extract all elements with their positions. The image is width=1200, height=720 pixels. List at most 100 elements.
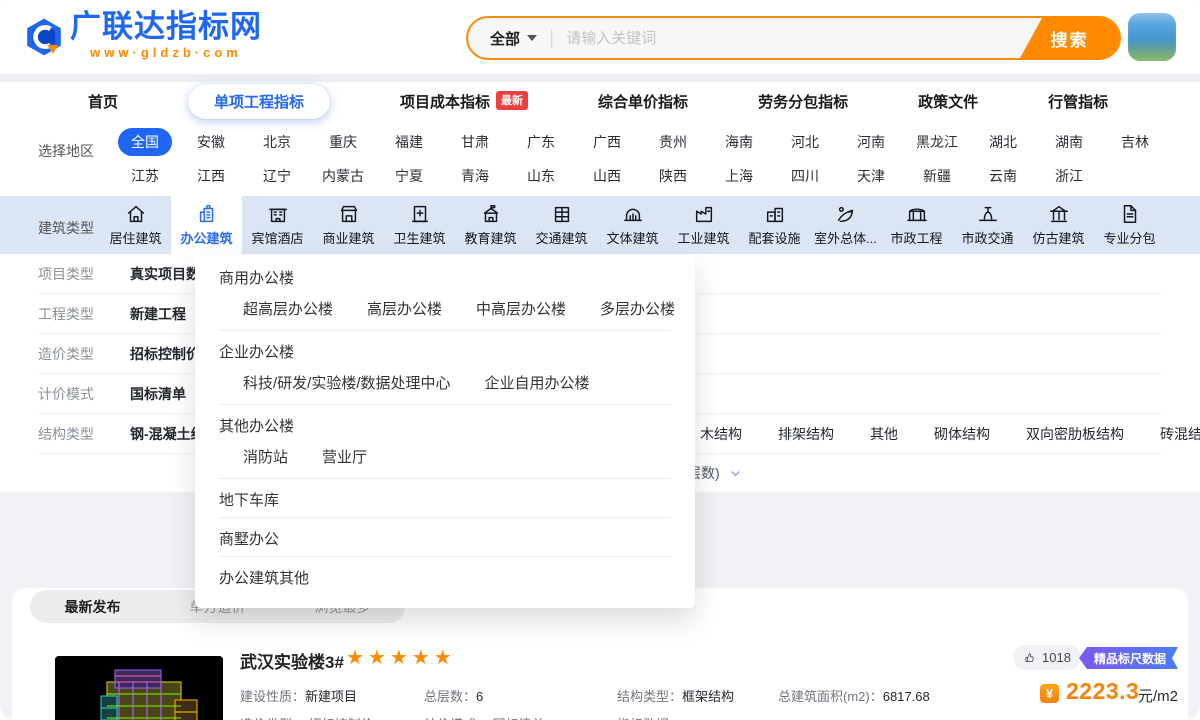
building-type-education[interactable]: 教育建筑 [455, 196, 526, 254]
region-item[interactable]: 黑龙江 [916, 132, 958, 152]
region-item[interactable]: 河南 [857, 132, 885, 152]
likes-counter[interactable]: 1018 [1013, 645, 1081, 670]
region-item[interactable]: 宁夏 [395, 166, 423, 186]
building-type-office[interactable]: 办公建筑 [171, 196, 242, 254]
structure-type-option[interactable]: 木结构 [700, 424, 742, 444]
filter-value[interactable]: 国标清单 [130, 384, 186, 404]
region-item[interactable]: 江苏 [131, 166, 159, 186]
region-item[interactable]: 重庆 [329, 132, 357, 152]
header: 广联达指标网 www·gldzb·com 全部 | 搜索 [0, 0, 1200, 74]
nav-item-project-cost-index[interactable]: 项目成本指标 最新 [400, 90, 529, 112]
dropdown-group-items: 科技/研发/实验楼/数据处理中心 企业自用办公楼 [219, 369, 671, 404]
search-button[interactable]: 搜索 [1020, 18, 1119, 58]
likes-count: 1018 [1042, 650, 1071, 665]
structure-type-option[interactable]: 砖混结构 [1160, 424, 1200, 444]
thumbs-up-icon [1025, 652, 1034, 662]
region-item[interactable]: 辽宁 [263, 166, 291, 186]
building-type-commercial[interactable]: 商业建筑 [313, 196, 384, 254]
region-item[interactable]: 青海 [461, 166, 489, 186]
building-type-municipal-transport[interactable]: 市政交通 [952, 196, 1023, 254]
region-item[interactable]: 广西 [593, 132, 621, 152]
building-type-residential[interactable]: 居住建筑 [100, 196, 171, 254]
region-item[interactable]: 安徽 [197, 132, 225, 152]
region-filter-label: 选择地区 [38, 143, 94, 159]
building-type-archaic[interactable]: 仿古建筑 [1023, 196, 1094, 254]
site-logo[interactable]: 广联达指标网 www·gldzb·com [24, 10, 262, 60]
listing-title[interactable]: 武汉实验楼3# [240, 648, 344, 673]
region-item[interactable]: 天津 [857, 166, 885, 186]
region-item[interactable]: 云南 [989, 166, 1017, 186]
dropdown-item[interactable]: 消防站 [243, 447, 288, 468]
filter-value[interactable]: 招标控制价 [130, 344, 200, 364]
region-item[interactable]: 贵州 [659, 132, 687, 152]
nav-label: 项目成本指标 [400, 93, 491, 111]
dropdown-item[interactable]: 多层办公楼 [600, 299, 675, 320]
filter-label: 结构类型 [38, 425, 94, 442]
region-item[interactable]: 山西 [593, 166, 621, 186]
region-item[interactable]: 陕西 [659, 166, 687, 186]
nav-item-single-project-index[interactable]: 单项工程指标 [188, 83, 331, 119]
field-build-nature: 建设性质：新建项目 [240, 689, 358, 704]
listing-thumbnail[interactable] [55, 656, 223, 720]
region-item[interactable]: 吉林 [1121, 132, 1149, 152]
filter-label: 造价类型 [38, 345, 94, 362]
region-item[interactable]: 内蒙古 [322, 166, 364, 186]
dropdown-group-enterprise-office[interactable]: 企业办公楼 [219, 331, 671, 369]
dropdown-item[interactable]: 企业自用办公楼 [485, 373, 590, 394]
structure-type-option[interactable]: 其他 [870, 424, 898, 444]
building-type-subcontract[interactable]: 专业分包 [1094, 196, 1165, 254]
dropdown-group-underground-garage[interactable]: 地下车库 [219, 479, 671, 517]
region-item[interactable]: 河北 [791, 132, 819, 152]
dropdown-group-shangshu-office[interactable]: 商墅办公 [219, 518, 671, 556]
region-item[interactable]: 四川 [791, 166, 819, 186]
dropdown-group-items: 超高层办公楼 高层办公楼 中高层办公楼 多层办公楼 [219, 295, 675, 330]
nav-item-labor-subcontract[interactable]: 劳务分包指标 [758, 91, 848, 112]
building-type-label: 建筑类型 [38, 220, 94, 236]
nav-item-home[interactable]: 首页 [88, 91, 118, 112]
structure-type-option[interactable]: 排架结构 [778, 424, 834, 444]
region-item[interactable]: 福建 [395, 132, 423, 152]
filter-value[interactable]: 新建工程 [130, 304, 186, 324]
region-item[interactable]: 海南 [725, 132, 753, 152]
school-icon [480, 203, 502, 225]
logo-gem-icon [27, 18, 61, 56]
field-total-area: 总建筑面积(m2)：6817.68 [778, 689, 930, 704]
dropdown-group-office-other[interactable]: 办公建筑其他 [219, 557, 671, 595]
region-item[interactable]: 上海 [725, 166, 753, 186]
structure-type-option[interactable]: 砌体结构 [934, 424, 990, 444]
region-item[interactable]: 广东 [527, 132, 555, 152]
structure-type-option[interactable]: 双向密肋板结构 [1026, 424, 1124, 444]
dropdown-group-other-office[interactable]: 其他办公楼 [219, 405, 671, 443]
nav-item-admin-index[interactable]: 行管指标 [1048, 91, 1108, 112]
dropdown-group-commercial-office[interactable]: 商用办公楼 [219, 257, 671, 295]
building-type-facilities[interactable]: 配套设施 [739, 196, 810, 254]
region-item[interactable]: 湖南 [1055, 132, 1083, 152]
nav-item-composite-unit-price[interactable]: 综合单价指标 [598, 91, 688, 112]
region-item[interactable]: 山东 [527, 166, 555, 186]
region-item[interactable]: 江西 [197, 166, 225, 186]
dropdown-item[interactable]: 营业厅 [322, 447, 367, 468]
user-avatar[interactable] [1128, 13, 1176, 61]
building-type-municipal-eng[interactable]: 市政工程 [881, 196, 952, 254]
dropdown-item[interactable]: 科技/研发/实验楼/数据处理中心 [243, 373, 451, 394]
region-item[interactable]: 北京 [263, 132, 291, 152]
region-item[interactable]: 新疆 [923, 166, 951, 186]
region-item-all-selected[interactable]: 全国 [118, 128, 172, 156]
nav-item-policy-docs[interactable]: 政策文件 [918, 91, 978, 112]
region-item[interactable]: 浙江 [1055, 166, 1083, 186]
region-item[interactable]: 湖北 [989, 132, 1017, 152]
search-category-dropdown[interactable]: 全部 [468, 28, 549, 49]
dropdown-item[interactable]: 超高层办公楼 [243, 299, 333, 320]
tab-latest[interactable]: 最新发布 [30, 590, 155, 623]
field-total-floors: 总层数：6 [424, 689, 484, 704]
building-type-health[interactable]: 卫生建筑 [384, 196, 455, 254]
region-item[interactable]: 甘肃 [461, 132, 489, 152]
house-icon [125, 203, 147, 225]
dropdown-item[interactable]: 中高层办公楼 [476, 299, 566, 320]
building-type-sports-culture[interactable]: 文体建筑 [597, 196, 668, 254]
dropdown-item[interactable]: 高层办公楼 [367, 299, 442, 320]
building-type-hotel[interactable]: 宾馆酒店 [242, 196, 313, 254]
building-type-industrial[interactable]: 工业建筑 [668, 196, 739, 254]
building-type-transport[interactable]: 交通建筑 [526, 196, 597, 254]
building-type-outdoor[interactable]: 室外总体... [810, 196, 881, 254]
